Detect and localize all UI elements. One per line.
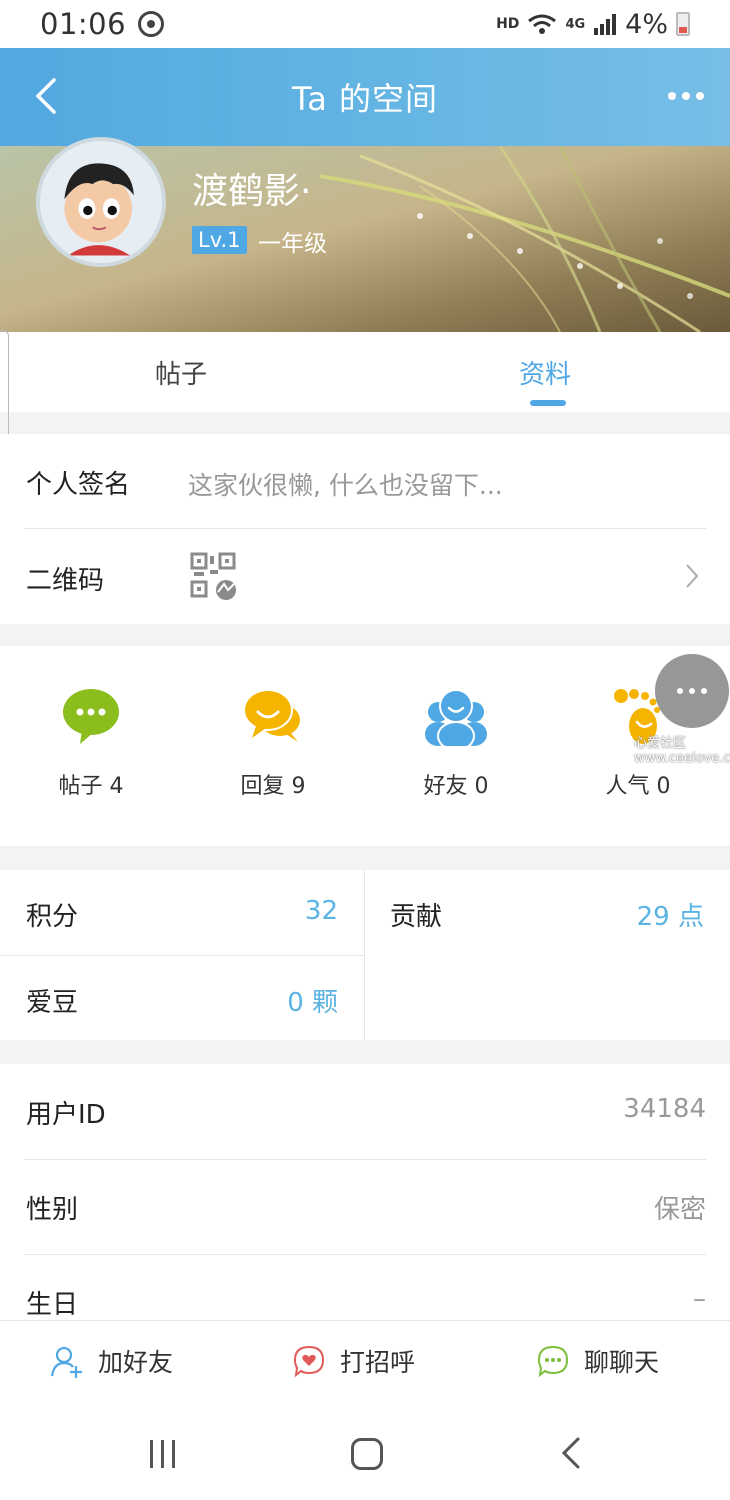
greet-button[interactable]: 打招呼 [292,1343,415,1379]
signal-icon [594,14,617,35]
watermark: 心爱社区 www.ceelove.com [634,736,730,766]
more-options-icon[interactable] [666,84,706,108]
profile-basic-card: 个人签名 这家伙很懒, 什么也没留下... 二维码 [0,434,730,624]
chat-icon [537,1345,569,1378]
stats-card: 帖子 4 回复 9 好友 0 人气 0 [0,646,730,846]
points-label: 积分 [26,902,79,932]
qrcode-icon[interactable] [190,552,238,600]
chat-button[interactable]: 聊聊天 [536,1343,659,1379]
gender-value: 保密 [653,1195,706,1225]
floating-menu-button[interactable] [655,654,729,728]
stat-friends-label: 好友 0 [423,774,489,799]
add-friend-icon [50,1346,82,1378]
system-nav-bar [0,1400,730,1500]
aidou-value: 0 颗 [287,988,338,1018]
level-badge: Lv.1 [192,226,247,254]
gender-label: 性别 [26,1195,79,1225]
greet-label: 打招呼 [340,1348,416,1377]
tab-profile[interactable]: 资料 [519,354,571,391]
user-id-label: 用户ID [26,1100,106,1130]
points-value: 32 [304,896,338,926]
contribution-value: 29 点 [636,902,704,932]
divider [24,528,706,529]
divider [24,1254,706,1255]
chevron-right-icon[interactable] [684,562,700,590]
username: 渡鹤影· [192,171,312,212]
status-time: 01:06 [40,7,127,41]
divider [24,1159,706,1160]
action-bar: 加好友 打招呼 聊聊天 [0,1320,730,1400]
user-info-card: 用户ID 34184 性别 保密 生日 – [0,1064,730,1324]
cartoon-avatar-icon [64,163,134,256]
stat-replies-label: 回复 9 [240,774,306,799]
stat-posts-label: 帖子 4 [58,774,124,799]
stat-replies[interactable]: 回复 9 [213,686,333,800]
battery-percent: 4% [625,8,668,40]
status-indicators: HD 4G 4% [496,9,690,40]
friends-icon [425,689,487,751]
signature-label: 个人签名 [26,470,131,500]
chat-bubble-icon [63,689,119,744]
network-type: 4G [565,16,586,32]
stat-friends[interactable]: 好友 0 [396,686,516,800]
battery-icon [676,12,690,36]
tab-posts[interactable]: 帖子 [155,354,207,391]
birthday-label: 生日 [26,1290,79,1320]
aidou-label: 爱豆 [26,988,79,1018]
wifi-icon [528,14,557,34]
contribution-label: 贡献 [390,902,443,932]
reply-bubbles-icon [243,689,300,742]
birthday-value: – [693,1284,706,1314]
add-friend-button[interactable]: 加好友 [50,1343,173,1379]
status-bar: 01:06 HD 4G 4% [0,0,730,48]
user-id-value: 34184 [623,1094,706,1124]
signature-value: 这家伙很懒, 什么也没留下... [188,471,503,500]
recent-apps-icon[interactable] [148,1438,178,1470]
sync-icon [138,11,165,37]
chat-label: 聊聊天 [584,1348,660,1377]
tab-active-indicator [530,400,566,406]
home-icon[interactable] [351,1438,383,1470]
system-back-icon[interactable] [560,1436,582,1470]
points-card: 积分 32 贡献 29 点 爱豆 0 颗 [0,870,730,1040]
add-friend-label: 加好友 [98,1348,174,1377]
divider [0,955,364,956]
grade-label: 一年级 [258,231,327,257]
qrcode-label[interactable]: 二维码 [26,560,104,597]
stat-popularity-label: 人气 0 [605,774,671,799]
hd-indicator: HD [496,16,520,32]
page-title: Ta 的空间 [291,80,439,118]
divider [364,870,365,1040]
heart-bubble-icon [293,1345,325,1378]
stat-posts[interactable]: 帖子 4 [31,686,151,800]
avatar[interactable] [36,137,166,267]
profile-tabs: 帖子 资料 [0,332,730,412]
